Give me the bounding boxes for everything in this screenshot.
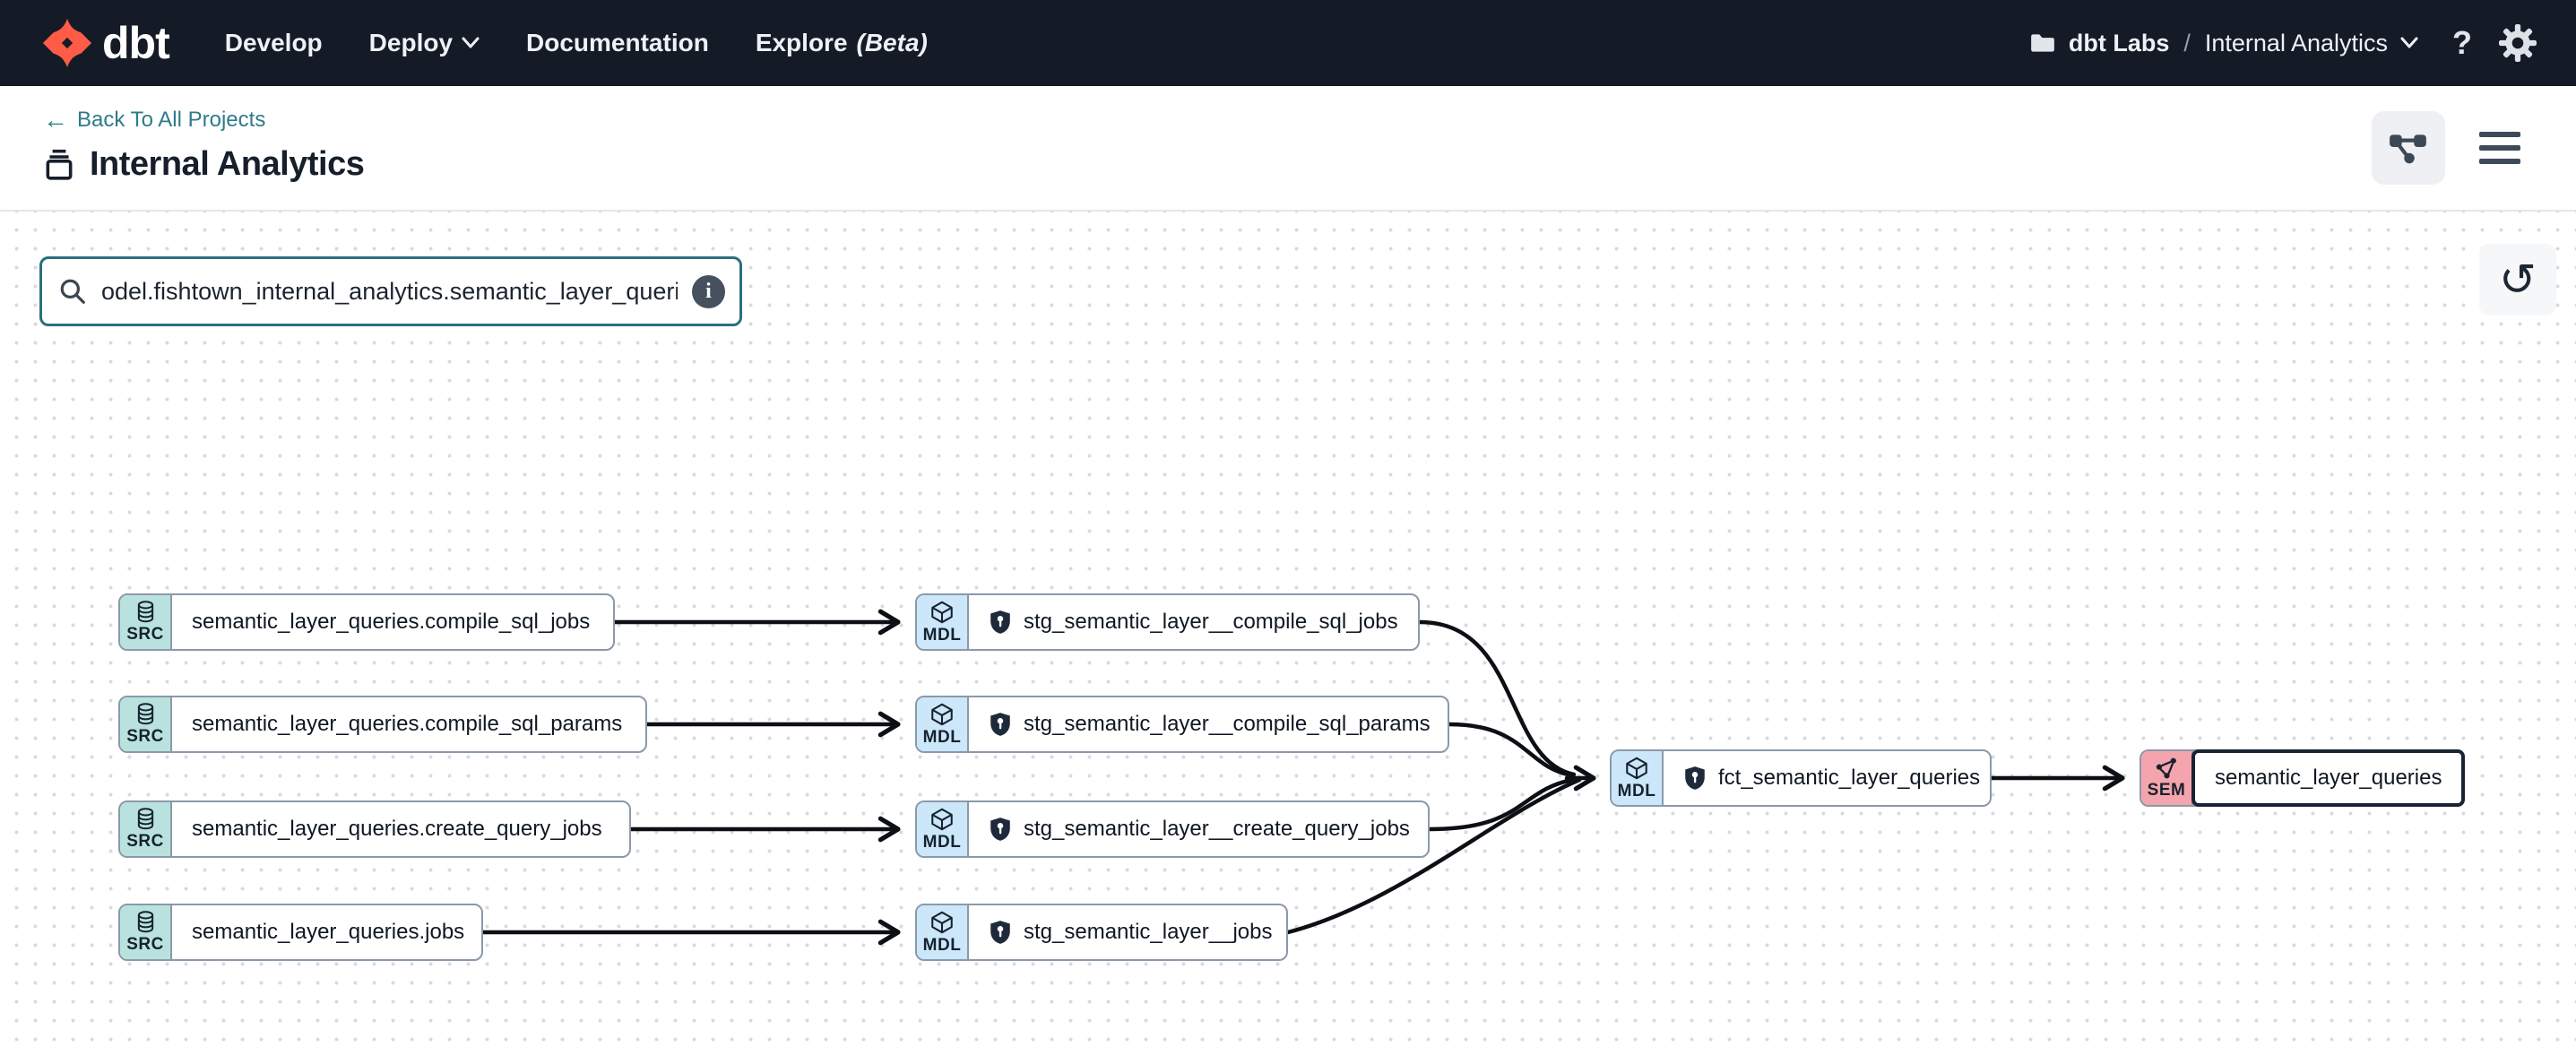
node-label: semantic_layer_queries.compile_sql_jobs	[192, 610, 590, 635]
dbt-logo-text: dbt	[102, 17, 169, 69]
breadcrumb-project: Internal Analytics	[2205, 30, 2388, 57]
lineage-search: odel.fishtown_internal_analytics.semanti…	[39, 256, 742, 326]
nav-deploy[interactable]: Deploy	[369, 29, 480, 57]
shield-lock-icon	[989, 920, 1012, 945]
cube-icon	[1624, 756, 1649, 781]
chevron-down-icon	[2400, 37, 2418, 49]
dbt-logo[interactable]: dbt	[41, 17, 169, 69]
graph-node-source[interactable]: SRC semantic_layer_queries.compile_sql_j…	[118, 593, 615, 651]
node-label: semantic_layer_queries.compile_sql_param…	[192, 712, 622, 737]
menu-button[interactable]	[2477, 126, 2522, 169]
page-title: Internal Analytics	[90, 145, 364, 184]
database-icon	[134, 910, 158, 934]
back-arrow-icon: ←	[43, 106, 68, 134]
graph-node-model[interactable]: MDL fct_semantic_layer_queries	[1610, 749, 1992, 807]
cube-icon	[929, 702, 955, 727]
nav-explore-label: Explore	[756, 29, 848, 57]
nav-develop[interactable]: Develop	[225, 29, 323, 57]
node-type-badge: MDL	[1618, 782, 1656, 801]
breadcrumb-separator: /	[2182, 30, 2192, 57]
graph-node-model[interactable]: MDL stg_semantic_layer__jobs	[915, 904, 1288, 961]
info-icon[interactable]: i	[692, 275, 725, 308]
graph-node-model[interactable]: MDL stg_semantic_layer__create_query_job…	[915, 800, 1430, 858]
search-input[interactable]: odel.fishtown_internal_analytics.semanti…	[101, 278, 678, 306]
node-label: stg_semantic_layer__compile_sql_jobs	[1024, 610, 1398, 635]
lineage-canvas[interactable]: odel.fishtown_internal_analytics.semanti…	[0, 212, 2576, 1045]
graph-node-semantic-model[interactable]: SEM semantic_layer_queries	[2139, 749, 2465, 807]
main-nav: Develop Deploy Documentation Explore (Be…	[225, 29, 928, 57]
back-to-projects-link[interactable]: ← Back To All Projects	[43, 106, 265, 134]
shield-lock-icon	[989, 610, 1012, 635]
reset-icon: ↺	[2499, 257, 2537, 302]
graph-node-model[interactable]: MDL stg_semantic_layer__compile_sql_para…	[915, 696, 1449, 753]
dbt-logo-icon	[41, 17, 93, 69]
lineage-view-button[interactable]	[2372, 111, 2445, 185]
node-type-badge: SRC	[126, 727, 164, 747]
node-label: stg_semantic_layer__create_query_jobs	[1024, 817, 1410, 842]
nav-documentation[interactable]: Documentation	[526, 29, 709, 57]
node-label: stg_semantic_layer__jobs	[1024, 920, 1273, 945]
node-label: semantic_layer_queries.jobs	[192, 920, 464, 945]
cube-icon	[929, 910, 955, 935]
database-icon	[134, 807, 158, 831]
database-icon	[134, 702, 158, 726]
node-type-badge: SEM	[2148, 781, 2186, 800]
cube-icon	[929, 807, 955, 832]
lineage-view-icon	[2388, 127, 2429, 169]
node-type-badge: SRC	[126, 832, 164, 852]
gear-icon[interactable]	[2499, 24, 2537, 62]
graph-node-source[interactable]: SRC semantic_layer_queries.create_query_…	[118, 800, 631, 858]
node-type-badge: SRC	[126, 625, 164, 645]
graph-node-source[interactable]: SRC semantic_layer_queries.jobs	[118, 904, 483, 961]
node-label: stg_semantic_layer__compile_sql_params	[1024, 712, 1431, 737]
cube-icon	[929, 600, 955, 625]
top-navigation-bar: dbt Develop Deploy Documentation Explore…	[0, 0, 2576, 86]
back-link-label: Back To All Projects	[77, 108, 265, 133]
shield-lock-icon	[1683, 766, 1707, 791]
node-type-badge: SRC	[126, 935, 164, 955]
menu-icon	[2479, 132, 2520, 137]
graph-node-model[interactable]: MDL stg_semantic_layer__compile_sql_jobs	[915, 593, 1420, 651]
project-icon	[43, 148, 75, 182]
shield-lock-icon	[989, 817, 1012, 842]
nav-explore[interactable]: Explore (Beta)	[756, 29, 928, 57]
node-type-badge: MDL	[923, 728, 962, 748]
graph-node-source[interactable]: SRC semantic_layer_queries.compile_sql_p…	[118, 696, 647, 753]
folder-icon	[2029, 31, 2056, 55]
database-icon	[134, 600, 158, 624]
nav-explore-beta-tag: (Beta)	[857, 29, 928, 57]
search-icon	[58, 277, 87, 306]
breadcrumb-account: dbt Labs	[2069, 30, 2170, 57]
node-label: semantic_layer_queries	[2215, 766, 2442, 791]
reset-view-button[interactable]: ↺	[2479, 244, 2556, 316]
node-label: semantic_layer_queries.create_query_jobs	[192, 817, 602, 842]
node-label: fct_semantic_layer_queries	[1718, 766, 1980, 791]
node-type-badge: MDL	[923, 626, 962, 645]
shield-lock-icon	[989, 712, 1012, 737]
account-project-breadcrumb[interactable]: dbt Labs / Internal Analytics	[2029, 30, 2418, 57]
nav-deploy-label: Deploy	[369, 29, 453, 57]
node-type-badge: MDL	[923, 936, 962, 956]
node-type-badge: MDL	[923, 833, 962, 852]
project-header: ← Back To All Projects Internal Analytic…	[0, 86, 2576, 212]
chevron-down-icon	[462, 37, 480, 49]
semantic-model-icon	[2155, 756, 2179, 780]
help-button[interactable]: ?	[2452, 24, 2472, 62]
